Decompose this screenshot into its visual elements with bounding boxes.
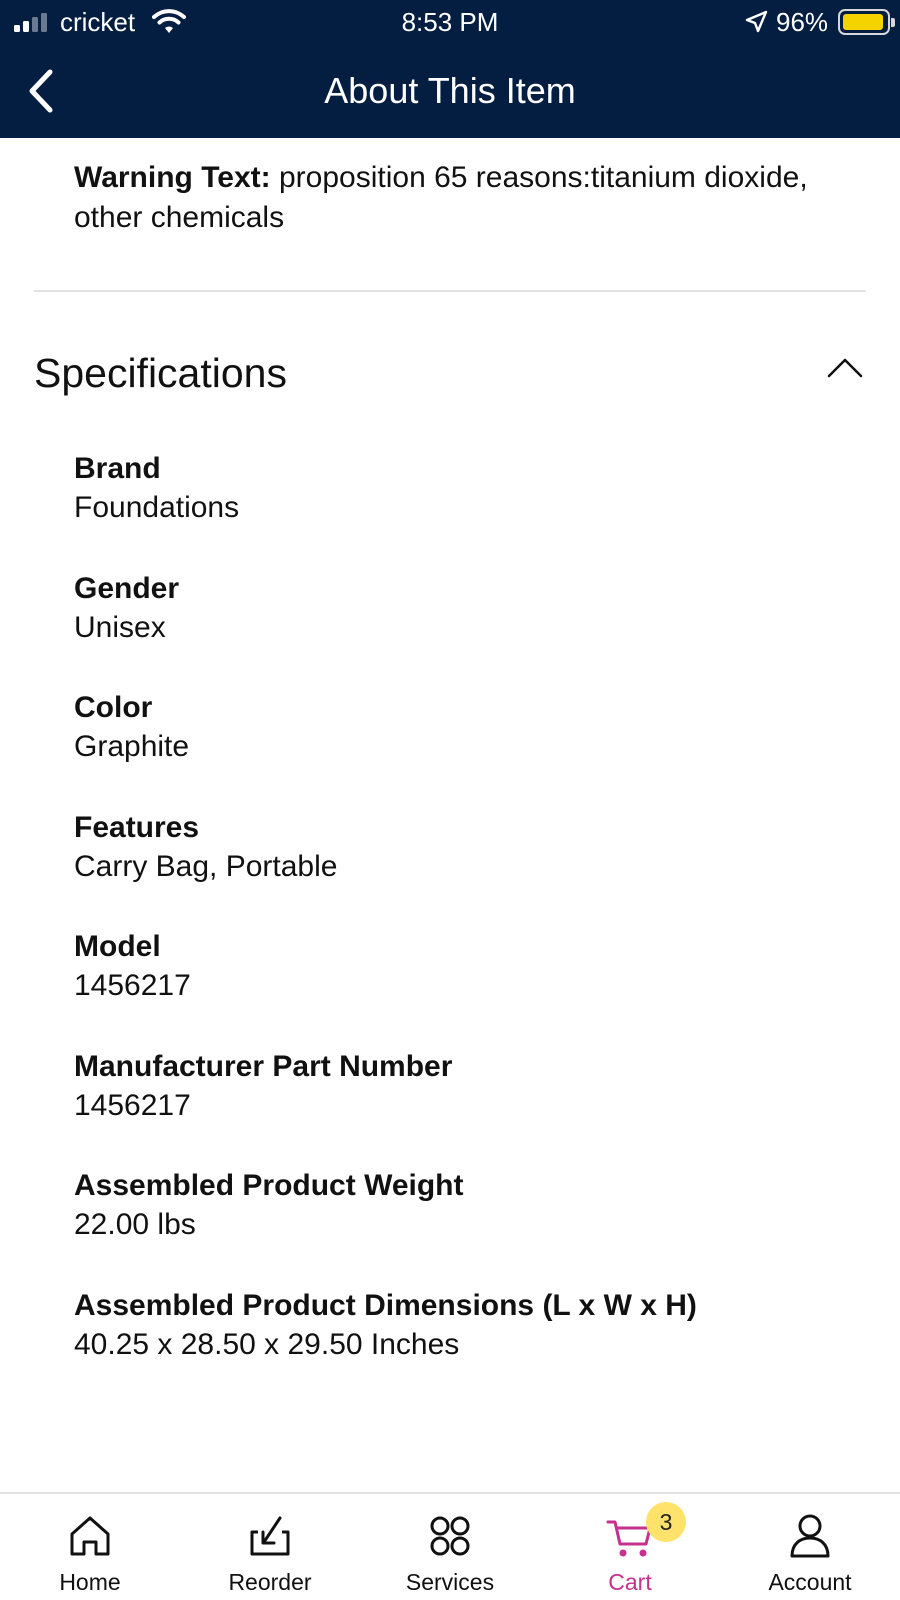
- app-header: cricket 8:53 PM 96% About This Item: [0, 0, 900, 138]
- warning-label: Warning Text:: [74, 161, 271, 194]
- spec-value: Graphite: [74, 730, 190, 763]
- account-icon: [790, 1514, 830, 1558]
- chevron-up-icon[interactable]: [826, 356, 864, 380]
- tab-label: Reorder: [228, 1569, 312, 1595]
- spec-value: Foundations: [74, 491, 240, 524]
- tab-label: Home: [59, 1569, 121, 1595]
- specifications-heading[interactable]: Specifications: [34, 350, 287, 397]
- spec-label: Gender: [74, 571, 180, 605]
- battery-percentage: 96%: [776, 7, 829, 37]
- tab-label: Services: [405, 1569, 495, 1595]
- spec-item-weight: Assembled Product Weight 22.00 lbs: [74, 1167, 874, 1287]
- tab-home[interactable]: Home: [10, 1494, 170, 1600]
- services-icon: [430, 1516, 470, 1556]
- spec-value: 22.00 lbs: [74, 1208, 196, 1241]
- spec-label: Manufacturer Part Number: [74, 1049, 453, 1083]
- battery-level: [843, 14, 884, 30]
- tab-label: Account: [768, 1569, 852, 1595]
- spec-label: Brand: [74, 452, 161, 485]
- tab-reorder[interactable]: Reorder: [190, 1494, 350, 1600]
- spec-value: Unisex: [74, 610, 166, 644]
- tab-cart[interactable]: 3 Cart: [550, 1494, 710, 1600]
- spec-item-color: Color Graphite: [74, 689, 874, 809]
- spec-item-features: Features Carry Bag, Portable: [74, 809, 874, 929]
- spec-label: Assembled Product Weight: [74, 1169, 464, 1202]
- spec-label: Color: [74, 691, 153, 724]
- spec-label: Model: [74, 930, 161, 963]
- reorder-icon: [250, 1516, 290, 1556]
- page-title: About This Item: [324, 70, 576, 111]
- cart-count-badge: 3: [646, 1502, 686, 1542]
- status-bar: cricket 8:53 PM 96%: [0, 0, 900, 44]
- specifications-list: Brand Foundations Gender Unisex Color Gr…: [74, 450, 874, 1406]
- bottom-tab-bar: Home Reorder Services 3 Cart Account: [0, 1492, 900, 1600]
- spec-item-model: Model 1456217: [74, 928, 874, 1048]
- spec-value: 40.25 x 28.50 x 29.50 Inches: [74, 1327, 460, 1361]
- tab-services[interactable]: Services: [370, 1494, 530, 1600]
- section-divider: [34, 290, 866, 292]
- tab-account[interactable]: Account: [730, 1494, 890, 1600]
- spec-label: Features: [74, 810, 200, 844]
- home-icon: [70, 1516, 110, 1556]
- spec-value: Carry Bag, Portable: [74, 849, 338, 883]
- warning-text: Warning Text: proposition 65 reasons:tit…: [74, 158, 874, 238]
- spec-item-manufacturer-part-number: Manufacturer Part Number 1456217: [74, 1048, 874, 1168]
- spec-value: 1456217: [74, 969, 191, 1002]
- spec-label: Assembled Product Dimensions (L x W x H): [74, 1288, 697, 1322]
- battery-icon: [838, 9, 895, 35]
- spec-item-dimensions: Assembled Product Dimensions (L x W x H)…: [74, 1287, 874, 1407]
- battery-tip: [891, 18, 895, 27]
- tab-label: Cart: [608, 1569, 652, 1595]
- location-arrow-icon: [745, 10, 768, 33]
- spec-item-brand: Brand Foundations: [74, 450, 874, 570]
- spec-item-gender: Gender Unisex: [74, 570, 874, 690]
- spec-value: 1456217: [74, 1088, 191, 1122]
